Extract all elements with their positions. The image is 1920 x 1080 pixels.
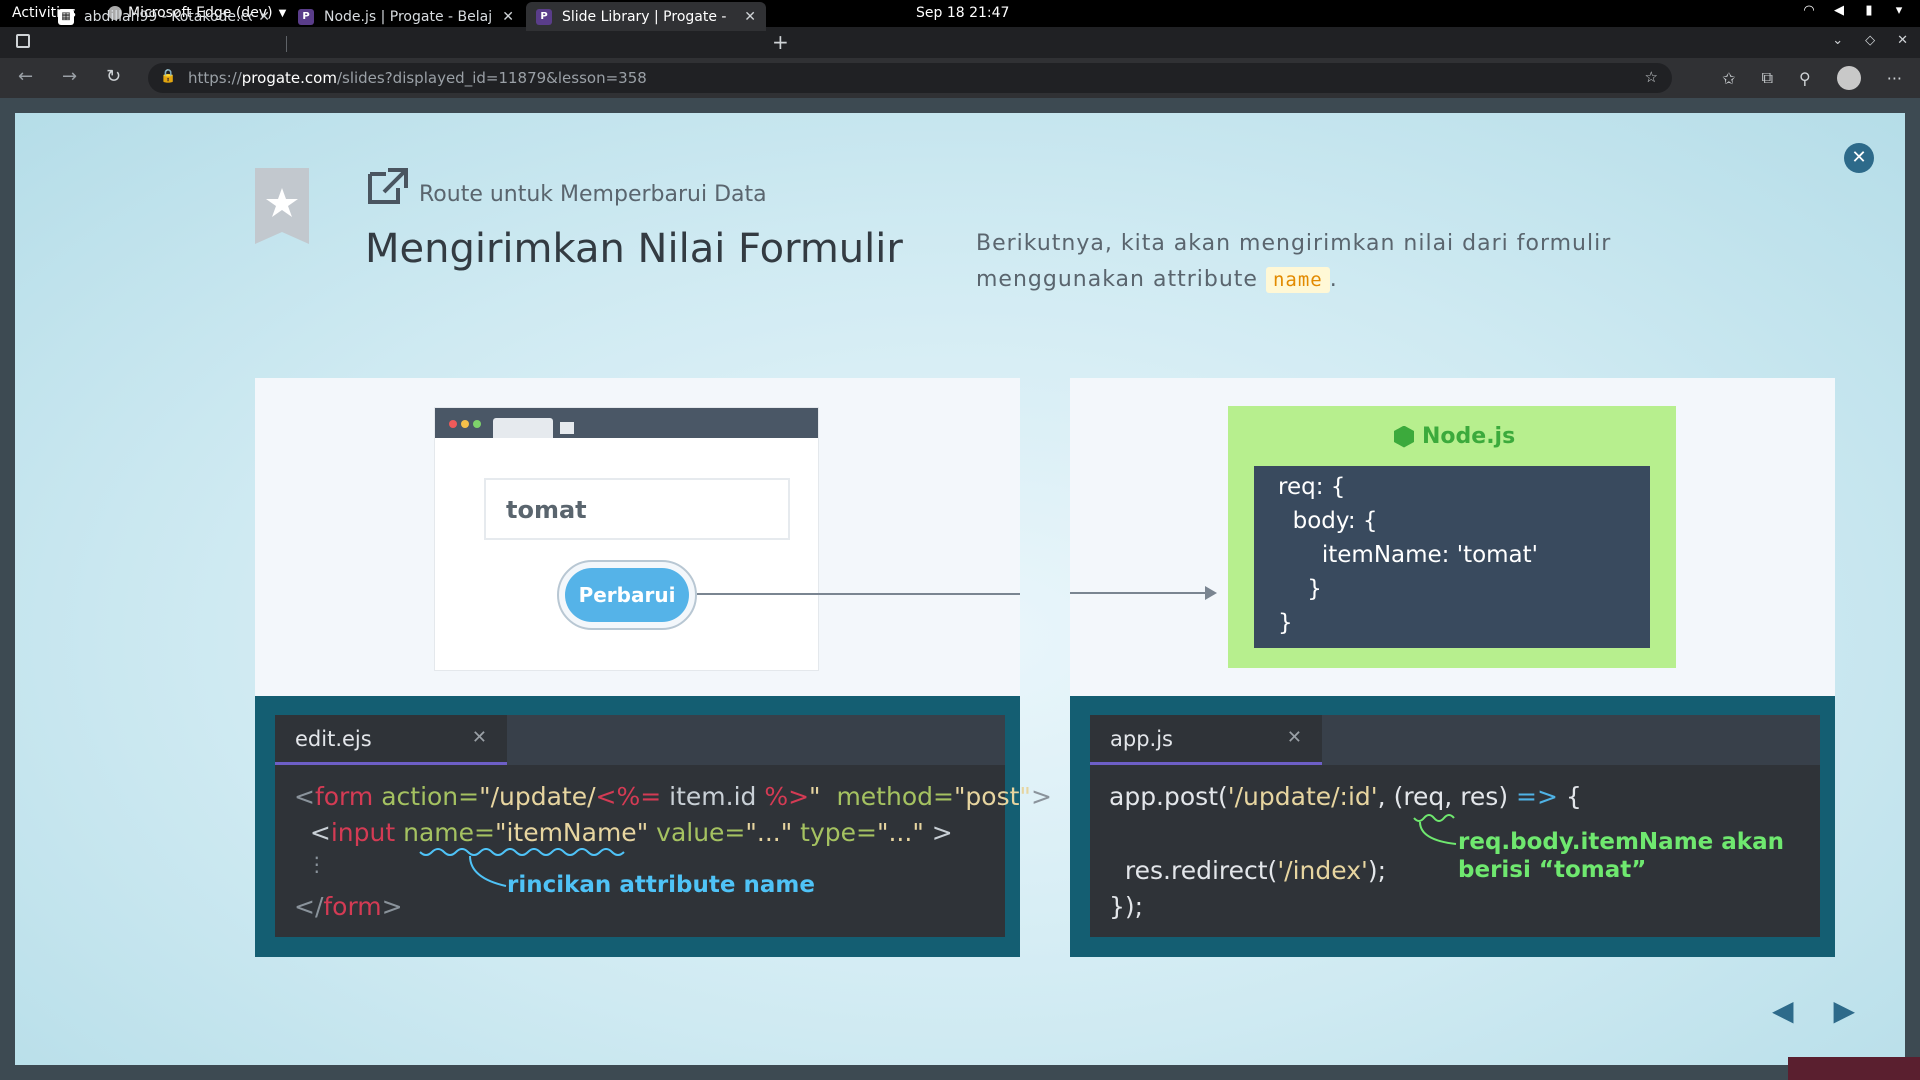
code-line: app.post('/update/:id', (req, res) => { <box>1109 782 1582 811</box>
address-bar[interactable]: 🔒 https://progate.com/slides?displayed_i… <box>148 63 1672 93</box>
slide-navigation: ◀ ▶ <box>1772 994 1855 1027</box>
slide-title: Mengirimkan Nilai Formulir <box>365 226 903 272</box>
editor-tab-bar: app.js ✕ <box>1090 715 1820 765</box>
tab-strip <box>0 27 1920 58</box>
editor-tab: edit.ejs ✕ <box>275 715 507 765</box>
browser-mockup-newtab <box>560 422 574 434</box>
annotation-note: rincikan attribute name <box>507 872 815 898</box>
tab-slide-library[interactable]: P Slide Library | Progate - Be ✕ <box>526 2 766 31</box>
close-icon: ✕ <box>1286 727 1302 748</box>
code-line: </form> <box>294 892 403 921</box>
close-icon: ✕ <box>471 727 487 748</box>
window-dot-icon <box>449 420 457 428</box>
code-line: itemName: 'tomat' <box>1278 542 1538 568</box>
slide-subtitle: Route untuk Memperbarui Data <box>419 182 767 207</box>
kotakode-favicon-icon: ▦ <box>58 8 74 25</box>
favorites-icon[interactable]: ✩ <box>1722 69 1735 88</box>
nodejs-hexagon-icon <box>1394 425 1414 448</box>
profile-avatar[interactable] <box>1836 66 1861 90</box>
editor-tab: app.js ✕ <box>1090 715 1322 765</box>
request-object-code: req: { body: { itemName: 'tomat' } } <box>1254 466 1650 648</box>
code-line: } <box>1278 576 1322 602</box>
extensions-icon[interactable]: ⚲ <box>1799 69 1811 88</box>
update-button-illustration: Perbarui <box>565 568 689 622</box>
code-line: req: { <box>1278 474 1346 500</box>
form-text-input: tomat <box>484 478 790 540</box>
lock-icon[interactable]: 🔒 <box>160 69 176 84</box>
inline-code: name <box>1265 267 1330 293</box>
minimize-icon[interactable]: ◇ <box>1865 33 1875 48</box>
new-tab-icon[interactable]: + <box>772 30 789 54</box>
url-text[interactable]: https://progate.com/slides?displayed_id=… <box>188 69 647 87</box>
flow-line <box>697 593 1020 595</box>
tab-strip-controls: ⌄ ◇ ✕ <box>1832 33 1908 48</box>
close-window-icon[interactable]: ✕ <box>1897 33 1908 48</box>
tab-search-icon[interactable]: ⌄ <box>1832 33 1843 48</box>
tab-divider <box>286 36 287 52</box>
add-favorite-icon[interactable]: ☆ <box>1645 68 1658 86</box>
close-tab-icon[interactable]: ✕ <box>258 9 270 25</box>
code-line: body: { <box>1278 508 1378 534</box>
code-line: } <box>1278 610 1293 636</box>
progate-favicon-icon: P <box>298 8 314 25</box>
flow-line <box>1070 592 1210 594</box>
collections-icon[interactable]: ⧉ <box>1762 68 1773 88</box>
forward-icon[interactable]: → <box>62 66 77 87</box>
close-tab-icon[interactable]: ✕ <box>744 9 756 25</box>
battery-icon: ▮ <box>1865 3 1873 18</box>
tab-title: Node.js | Progate - Belajar <box>324 8 492 25</box>
background-page-tab <box>1788 1057 1920 1080</box>
tab-kotakode[interactable]: ▦ abdillah99 - Kotakode.com ✕ <box>48 2 280 31</box>
code-line: <input name="itemName" value="..." type=… <box>294 818 953 847</box>
browser-mockup-titlebar <box>435 408 818 438</box>
tab-title: Slide Library | Progate - Be <box>562 8 730 25</box>
browser-mockup-tab <box>493 418 553 438</box>
toolbar-actions: ✩ ⧉ ⚲ ··· <box>1722 66 1902 90</box>
slide-description: Berikutnya, kita akan mengirimkan nilai … <box>976 231 1612 293</box>
progate-favicon-icon: P <box>536 8 552 25</box>
reload-icon[interactable]: ↻ <box>106 66 121 87</box>
back-icon[interactable]: ← <box>18 66 33 87</box>
bookmark-icon[interactable] <box>255 168 309 244</box>
system-tray[interactable]: ◠ ◀ ▮ ▾ <box>1802 4 1906 18</box>
previous-slide-icon[interactable]: ◀ <box>1772 994 1794 1027</box>
close-tab-icon[interactable]: ✕ <box>502 9 514 25</box>
more-menu-icon[interactable]: ··· <box>1887 69 1902 88</box>
window-dot-icon <box>473 420 481 428</box>
power-menu-icon: ▾ <box>1895 3 1903 18</box>
clock[interactable]: Sep 18 21:47 <box>916 5 1009 21</box>
tab-title: abdillah99 - Kotakode.com <box>84 8 252 25</box>
tab-actions-icon[interactable] <box>16 34 30 48</box>
code-line: ⋮ <box>294 852 327 876</box>
code-line: }); <box>1109 892 1144 921</box>
annotation-note: req.body.itemName akan berisi “tomat” <box>1458 829 1784 883</box>
window-dot-icon <box>461 420 469 428</box>
tab-nodejs-progate[interactable]: P Node.js | Progate - Belajar ✕ <box>288 2 524 31</box>
flow-arrow-icon <box>1205 586 1217 600</box>
next-slide-icon[interactable]: ▶ <box>1834 994 1856 1027</box>
editor-tab-bar: edit.ejs ✕ <box>275 715 1005 765</box>
close-slide-button[interactable]: ✕ <box>1844 143 1874 173</box>
wifi-icon: ◠ <box>1803 3 1815 18</box>
code-line: <form action="/update/<%= item.id %>" me… <box>294 782 1052 811</box>
code-line: res.redirect('/index'); <box>1109 856 1387 885</box>
nodejs-title: Node.js <box>1394 424 1515 449</box>
external-link-icon <box>368 168 408 204</box>
volume-icon: ◀ <box>1834 3 1844 18</box>
